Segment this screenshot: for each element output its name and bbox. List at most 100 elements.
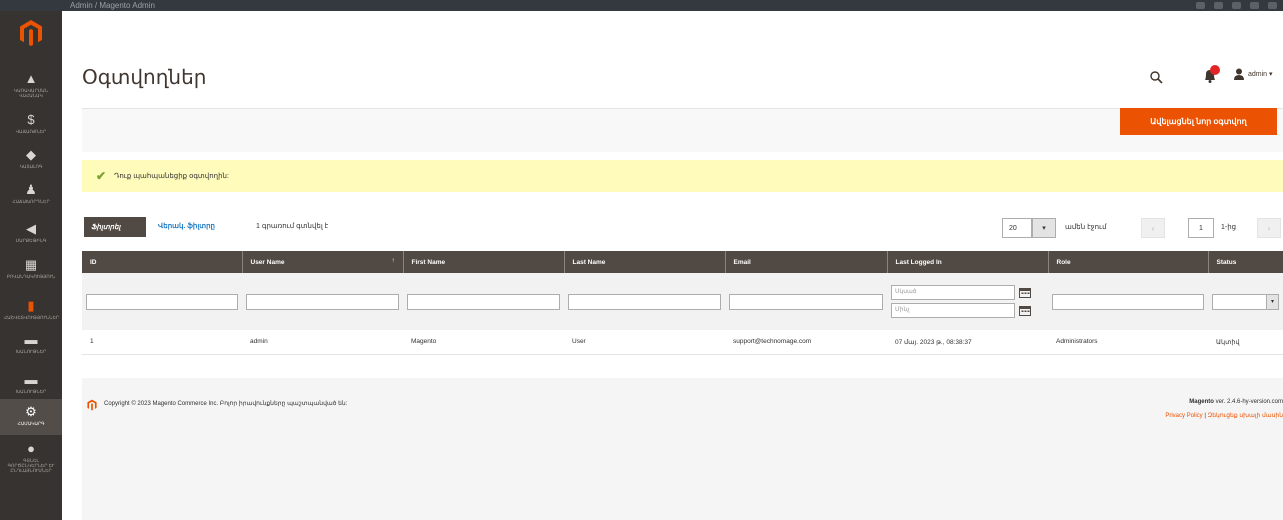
copyright-text: Copyright © 2023 Magento Commerce Inc. Բ… [104,401,348,407]
browser-icon[interactable] [1214,2,1223,9]
table-row[interactable]: 1 admin Magento User support@technomage.… [82,330,1283,355]
nav-reports[interactable]: ▮ Հաշվետվություններ [0,293,62,325]
calendar-icon[interactable] [1019,287,1031,298]
notification-badge [1210,65,1220,75]
nav-catalog[interactable]: ◆ Կատալոգ [0,142,62,177]
version-text: ver. 2.4.6-hy-version.com [1213,399,1283,405]
user-menu[interactable]: admin ▾ [1234,68,1273,80]
puzzle-icon: ● [27,441,35,456]
browser-title: Admin / Magento Admin [70,1,155,10]
notifications-button[interactable] [1202,65,1222,83]
column-header-username[interactable]: User Name ↑ [241,251,403,273]
cell-firstname: Magento [403,330,564,355]
filter-cell [1048,273,1208,330]
filters-button[interactable]: Ֆիլտրել [84,217,146,237]
person-icon: ♟ [25,182,37,197]
nav-label: Համակարգ [17,421,45,426]
date-to-row: Մինչ [891,303,1044,318]
filter-id-input[interactable] [86,293,238,310]
nav-content[interactable]: ▦ Բովանդակություն [0,252,62,292]
column-header-email[interactable]: Email [724,251,887,273]
chevron-right-icon: › [1267,223,1271,233]
grid-header-row: ID User Name ↑ First Name Last Name Email… [82,251,1283,273]
column-header-id[interactable]: ID [82,251,242,273]
date-to-input[interactable]: Մինչ [891,303,1015,318]
date-from-row: Սկսած [891,285,1044,300]
nav-label: Հաճախորդներ [12,199,50,204]
filter-cell: ▾ [1208,273,1283,330]
cell-username: admin [242,330,403,355]
filter-cell: Սկսած Մինչ [887,273,1048,330]
date-from-input[interactable]: Սկսած [891,285,1015,300]
footer-links: Privacy Policy | Զեկուցեք սխալի մասին [1165,412,1283,419]
nav-marketing[interactable]: ◀ Մարքեթինգ [0,216,62,252]
users-grid: ID User Name ↑ First Name Last Name Email… [82,251,1283,355]
dollar-icon: $ [27,112,35,127]
per-page-input[interactable]: 20 [1002,218,1032,238]
megaphone-icon: ◀ [26,221,36,236]
version-info: Magento ver. 2.4.6-hy-version.com [1189,399,1283,405]
nav-label: Խանութներ [15,349,47,354]
nav-label: Գտնել գործընկերներ և ընդլայնումներ [7,458,55,473]
add-new-user-button[interactable]: Ավելացնել նոր օգտվող [1120,108,1277,135]
filter-role-input[interactable] [1052,293,1204,310]
browser-icon[interactable] [1196,2,1205,9]
filter-email-input[interactable] [729,293,883,310]
nav-customers[interactable]: ♟ Հաճախորդներ [0,177,62,215]
nav-store-ext[interactable]: ▬ Խանութներ [0,367,62,401]
filter-cell [242,273,403,330]
cell-email: support@technomage.com [725,330,887,355]
previous-page-button[interactable]: ‹ [1141,218,1165,238]
nav-label: Հաշվետվություններ [4,315,59,320]
nav-label: Բովանդակություն [6,274,56,279]
browser-icon[interactable] [1250,2,1259,9]
nav-system[interactable]: ⚙ Համակարգ [0,399,62,435]
date-range-filter: Սկսած Մինչ [891,285,1044,318]
cell-status: Ակտիվ [1208,330,1283,355]
checkmark-icon: ✔ [96,169,107,183]
magento-logo-icon [87,399,97,411]
nav-label: Խանութներ [15,389,47,394]
filter-username-input[interactable] [246,293,399,310]
column-header-lastname[interactable]: Last Name [563,251,725,273]
filter-cell [403,273,564,330]
user-name: admin ▾ [1248,71,1273,78]
version-brand: Magento [1189,399,1214,405]
reset-filter-link[interactable]: Վերակ. ֆիլտրը [158,222,215,230]
filter-status-select[interactable]: ▾ [1212,293,1279,310]
magento-logo-icon[interactable] [19,19,43,47]
browser-icon[interactable] [1232,2,1241,9]
store-icon: ▬ [24,332,38,347]
nav-sales[interactable]: $ Վաճառքներ [0,107,62,142]
nav-partners[interactable]: ● Գտնել գործընկերներ և ընդլայնումներ [0,436,62,496]
message-text: Դուք պահպանեցիք օգտվողին: [114,173,229,180]
filter-lastname-input[interactable] [568,293,721,310]
page-number-input[interactable]: 1 [1188,218,1214,238]
per-page-dropdown-button[interactable]: ▾ [1032,218,1056,238]
nav-stores[interactable]: ▬ Խանութներ [0,327,62,365]
filter-cell [82,273,242,330]
report-bug-link[interactable]: Զեկուցեք սխալի մասին [1208,413,1283,419]
column-header-last-logged[interactable]: Last Logged In [886,251,1048,273]
gear-icon: ⚙ [25,404,37,419]
search-icon[interactable] [1149,70,1163,84]
chevron-down-icon: ▾ [1266,294,1278,309]
page-title: Օգտվողներ [82,67,207,89]
filter-firstname-input[interactable] [407,293,560,310]
next-page-button[interactable]: › [1257,218,1281,238]
browser-icon[interactable] [1268,2,1277,9]
browser-bar: Admin / Magento Admin [0,0,1283,11]
dashboard-icon: ▲ [24,71,38,86]
column-header-status[interactable]: Status [1207,251,1283,273]
nav-label: Կատալոգ [19,164,43,169]
nav-label: Վաճառքներ [15,129,47,134]
filter-cell [564,273,725,330]
main-content: Օգտվողներ admin ▾ Ավելացնել նոր օգտվող ✔… [62,11,1283,520]
column-header-role[interactable]: Role [1047,251,1208,273]
cell-lastname: User [564,330,725,355]
nav-dashboard[interactable]: ▲ Կառավարման վահանակ [0,66,62,106]
calendar-icon[interactable] [1019,305,1031,316]
privacy-policy-link[interactable]: Privacy Policy [1165,413,1202,419]
column-header-firstname[interactable]: First Name [402,251,564,273]
column-label: User Name [250,258,285,266]
